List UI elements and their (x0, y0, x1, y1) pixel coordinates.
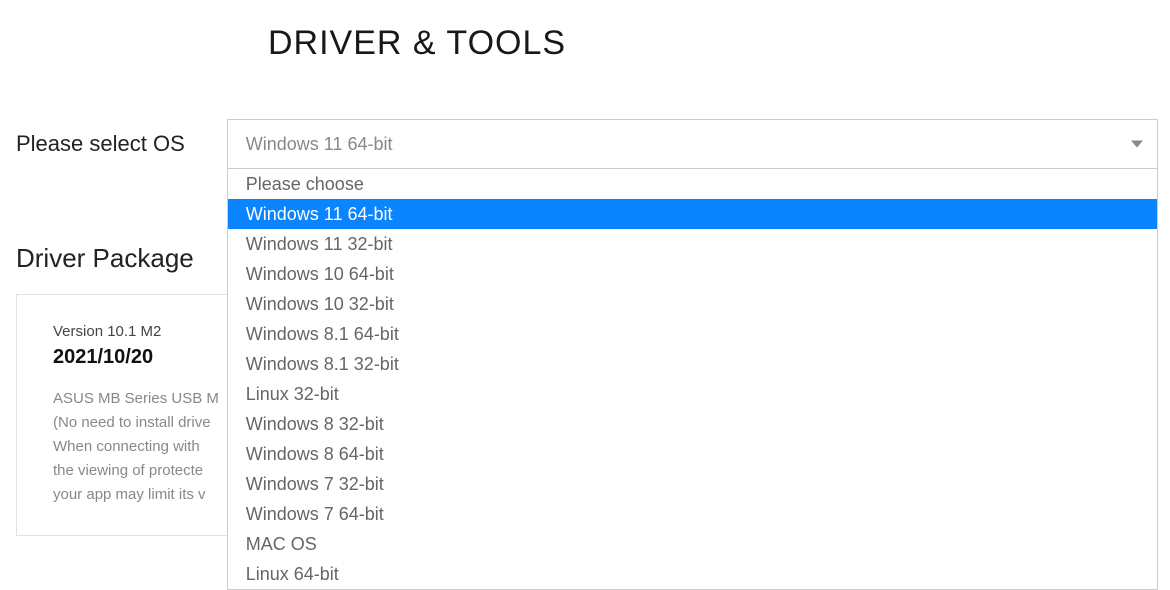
os-option[interactable]: Windows 8.1 32-bit (228, 349, 1157, 379)
os-select-box[interactable]: Windows 11 64-bit (227, 119, 1158, 169)
page-title: DRIVER & TOOLS (268, 24, 1170, 63)
os-option[interactable]: MAC OS (228, 529, 1157, 559)
os-option[interactable]: Windows 8 32-bit (228, 409, 1157, 439)
os-option[interactable]: Windows 10 64-bit (228, 259, 1157, 289)
os-option[interactable]: Windows 11 64-bit (228, 199, 1157, 229)
os-select-wrapper: Windows 11 64-bit Please chooseWindows 1… (227, 119, 1158, 169)
os-select-value: Windows 11 64-bit (246, 134, 393, 155)
os-option[interactable]: Windows 7 32-bit (228, 469, 1157, 499)
os-option[interactable]: Linux 32-bit (228, 379, 1157, 409)
os-dropdown: Please chooseWindows 11 64-bitWindows 11… (227, 169, 1158, 590)
os-select-label: Please select OS (16, 131, 185, 157)
os-option[interactable]: Windows 7 64-bit (228, 499, 1157, 529)
os-option[interactable]: Windows 8 64-bit (228, 439, 1157, 469)
os-option[interactable]: Please choose (228, 169, 1157, 199)
chevron-down-icon (1131, 141, 1143, 148)
os-option[interactable]: Linux 64-bit (228, 559, 1157, 589)
os-option[interactable]: Windows 11 32-bit (228, 229, 1157, 259)
os-option[interactable]: Windows 8.1 64-bit (228, 319, 1157, 349)
os-select-row: Please select OS Windows 11 64-bit Pleas… (0, 119, 1170, 169)
os-option[interactable]: Windows 10 32-bit (228, 289, 1157, 319)
